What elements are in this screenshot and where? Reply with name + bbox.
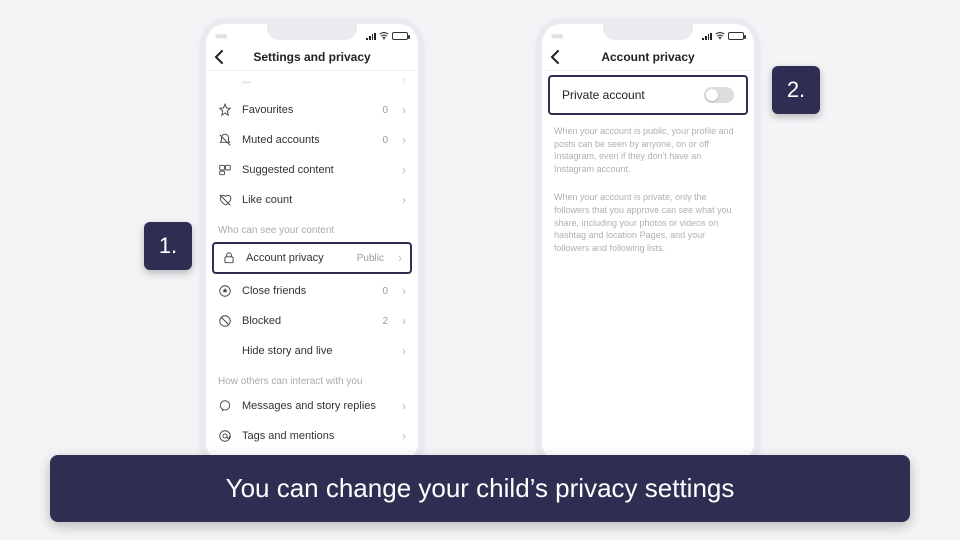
list-item-likecount[interactable]: Like count › — [206, 185, 418, 215]
bell-off-icon — [218, 133, 232, 147]
step-badge-2: 2. — [772, 66, 820, 114]
caption-bar: You can change your child’s privacy sett… — [50, 455, 910, 522]
step-number: 2. — [787, 77, 805, 103]
chevron-right-icon: › — [402, 314, 406, 328]
phone-notch — [267, 24, 357, 40]
chevron-right-icon: › — [402, 344, 406, 358]
row-label: Tags and mentions — [242, 430, 392, 442]
list-item-account-privacy[interactable]: Account privacy Public › — [212, 242, 412, 274]
list-item-hide-story[interactable]: Hide story and live › — [206, 336, 418, 366]
carrier-indicator: ••• — [216, 32, 227, 41]
toggle-switch[interactable] — [704, 87, 734, 103]
help-text-public: When your account is public, your profil… — [542, 119, 754, 185]
list-item-cut: ...› — [206, 71, 418, 95]
heart-off-icon — [218, 193, 232, 207]
chevron-right-icon: › — [402, 163, 406, 177]
list-item-muted[interactable]: Muted accounts 0 › — [206, 125, 418, 155]
row-label: Messages and story replies — [242, 400, 392, 412]
screen-header: Settings and privacy — [206, 44, 418, 71]
list-item-tags[interactable]: Tags and mentions › — [206, 421, 418, 451]
chevron-right-icon: › — [402, 103, 406, 117]
chevron-right-icon: › — [402, 429, 406, 443]
row-label: Account privacy — [246, 252, 347, 264]
section-header: Who can see your content — [206, 215, 418, 240]
battery-icon — [728, 32, 744, 40]
row-value: 0 — [382, 105, 388, 116]
step-number: 1. — [159, 233, 177, 259]
row-label: Suggested content — [242, 164, 392, 176]
signal-icon — [366, 33, 376, 40]
list-item-close-friends[interactable]: Close friends 0 › — [206, 276, 418, 306]
settings-list: ...› Favourites 0 › Muted accounts 0 › S… — [206, 71, 418, 461]
lock-icon — [222, 251, 236, 265]
signal-icon — [702, 33, 712, 40]
wifi-icon — [715, 32, 725, 40]
chevron-right-icon: › — [402, 193, 406, 207]
row-label: Hide story and live — [242, 345, 392, 357]
block-icon — [218, 314, 232, 328]
blank-icon — [218, 344, 232, 358]
chevron-right-icon: › — [398, 251, 402, 265]
section-header: How others can interact with you — [206, 366, 418, 391]
battery-icon — [392, 32, 408, 40]
row-value: Public — [357, 253, 384, 264]
star-circle-icon — [218, 284, 232, 298]
phone-notch — [603, 24, 693, 40]
message-icon — [218, 399, 232, 413]
chevron-right-icon: › — [402, 284, 406, 298]
at-icon — [218, 429, 232, 443]
chevron-right-icon: › — [402, 133, 406, 147]
row-label: Muted accounts — [242, 134, 372, 146]
phone-settings-privacy: ••• Settings and privacy ...› Favouri — [200, 18, 424, 468]
privacy-content: Private account When your account is pub… — [542, 71, 754, 461]
row-value: 0 — [382, 135, 388, 146]
row-label: Close friends — [242, 285, 372, 297]
caption-text: You can change your child’s privacy sett… — [226, 473, 735, 503]
page-title: Account privacy — [564, 50, 732, 64]
help-text-private: When your account is private, only the f… — [542, 185, 754, 264]
list-item-blocked[interactable]: Blocked 2 › — [206, 306, 418, 336]
chevron-right-icon: › — [402, 399, 406, 413]
list-item-favourites[interactable]: Favourites 0 › — [206, 95, 418, 125]
carrier-indicator: ••• — [552, 32, 563, 41]
list-item-suggested[interactable]: Suggested content › — [206, 155, 418, 185]
private-account-row[interactable]: Private account — [548, 75, 748, 115]
row-label: Blocked — [242, 315, 372, 327]
screen-header: Account privacy — [542, 44, 754, 71]
wifi-icon — [379, 32, 389, 40]
star-icon — [218, 103, 232, 117]
list-item-messages[interactable]: Messages and story replies › — [206, 391, 418, 421]
back-button[interactable] — [550, 50, 564, 64]
row-value: 0 — [382, 286, 388, 297]
back-button[interactable] — [214, 50, 228, 64]
page-title: Settings and privacy — [228, 50, 396, 64]
phone-account-privacy: ••• Account privacy Private account When… — [536, 18, 760, 468]
content-icon — [218, 163, 232, 177]
step-badge-1: 1. — [144, 222, 192, 270]
row-label: Favourites — [242, 104, 372, 116]
row-value: 2 — [382, 316, 388, 327]
toggle-label: Private account — [562, 88, 645, 102]
row-label: Like count — [242, 194, 392, 206]
